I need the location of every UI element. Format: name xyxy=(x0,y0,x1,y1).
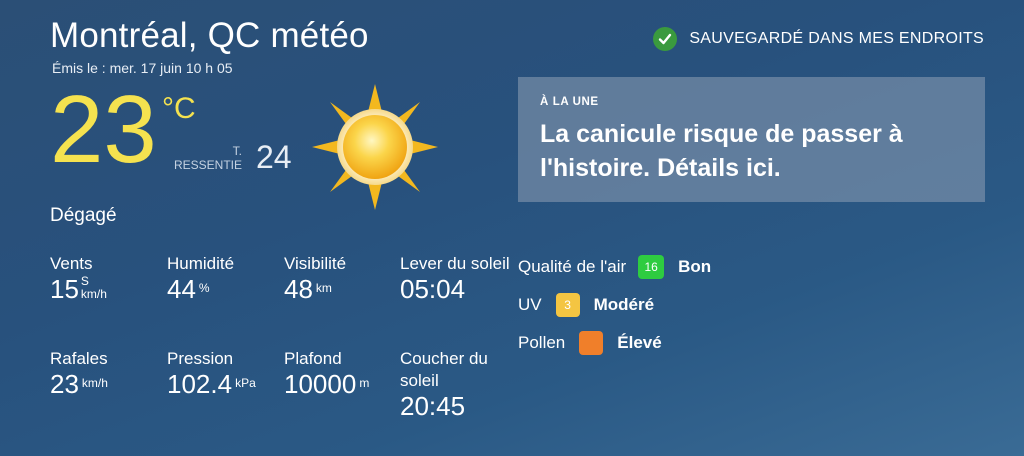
pressure-unit: kPa xyxy=(235,376,256,390)
feels-like-label-line1: T. xyxy=(232,144,242,158)
pollen-row[interactable]: Pollen Élevé xyxy=(518,331,662,355)
pollen-label: Pollen xyxy=(518,333,566,352)
sunrise-label: Lever du soleil xyxy=(400,254,510,273)
ceiling-value: 10000 xyxy=(284,369,357,399)
air-quality-label: Qualité de l'air xyxy=(518,257,627,276)
air-quality-value: Bon xyxy=(678,257,712,276)
gusts-stat: Rafales 23 km/h xyxy=(50,348,108,398)
uv-label: UV xyxy=(518,295,542,314)
pollen-value: Élevé xyxy=(617,333,662,352)
temperature-unit: °C xyxy=(162,92,196,125)
wind-value: 15 xyxy=(50,274,79,304)
humidity-unit: % xyxy=(198,281,210,295)
sunrise-value: 05:04 xyxy=(400,274,466,304)
humidity-value: 44 xyxy=(167,274,196,304)
humidity-label: Humidité xyxy=(167,254,235,273)
news-headline-link[interactable]: La canicule risque de passer à l'histoir… xyxy=(540,117,960,185)
visibility-unit: km xyxy=(315,281,332,295)
air-quality-badge: 16 xyxy=(638,255,665,279)
uv-value: Modéré xyxy=(593,295,655,314)
wind-unit: km/h xyxy=(80,287,107,301)
news-card[interactable]: À LA UNE La canicule risque de passer à … xyxy=(518,77,985,202)
feels-like-label-line2: RESSENTIE xyxy=(173,158,242,173)
uv-badge: 3 xyxy=(555,293,580,317)
sun-icon xyxy=(310,82,440,212)
wind-stat: Vents 15 Skm/h xyxy=(50,253,107,303)
visibility-label: Visibilité xyxy=(284,254,347,273)
gusts-value: 23 xyxy=(50,369,79,399)
visibility-value: 48 xyxy=(284,274,313,304)
gusts-label: Rafales xyxy=(50,349,108,368)
sunset-stat: Coucher du soleil 20:45 xyxy=(400,348,510,420)
news-kicker: À LA UNE xyxy=(540,96,599,108)
pressure-value: 102.4 xyxy=(167,369,233,399)
wind-label: Vents xyxy=(50,254,93,273)
condition-text: Dégagé xyxy=(50,205,117,226)
ceiling-unit: m xyxy=(359,376,370,390)
feels-like-label: T. RESSENTIE xyxy=(170,144,242,173)
sunrise-stat: Lever du soleil 05:04 xyxy=(400,253,510,303)
pressure-label: Pression xyxy=(167,349,234,368)
saved-location-button[interactable]: SAUVEGARDÉ DANS MES ENDROITS xyxy=(653,27,984,51)
check-circle-icon xyxy=(653,27,678,51)
pollen-badge xyxy=(579,331,604,355)
pressure-stat: Pression 102.4 kPa xyxy=(167,348,256,398)
sunset-label: Coucher du soleil xyxy=(400,349,488,390)
ceiling-label: Plafond xyxy=(284,349,342,368)
saved-label: SAUVEGARDÉ DANS MES ENDROITS xyxy=(689,30,984,47)
issued-timestamp: Émis le : mer. 17 juin 10 h 05 xyxy=(52,60,233,76)
gusts-unit: km/h xyxy=(81,376,108,390)
sunset-value: 20:45 xyxy=(400,391,466,421)
air-quality-row[interactable]: Qualité de l'air 16 Bon xyxy=(518,255,711,279)
humidity-stat: Humidité 44% xyxy=(167,253,234,303)
current-temperature: 23 xyxy=(50,76,157,183)
page-title: Montréal, QC météo xyxy=(50,16,369,55)
uv-row[interactable]: UV 3 Modéré xyxy=(518,293,654,317)
ceiling-stat: Plafond 10000 m xyxy=(284,348,369,398)
visibility-stat: Visibilité 48 km xyxy=(284,253,346,303)
feels-like-value: 24 xyxy=(256,139,292,175)
